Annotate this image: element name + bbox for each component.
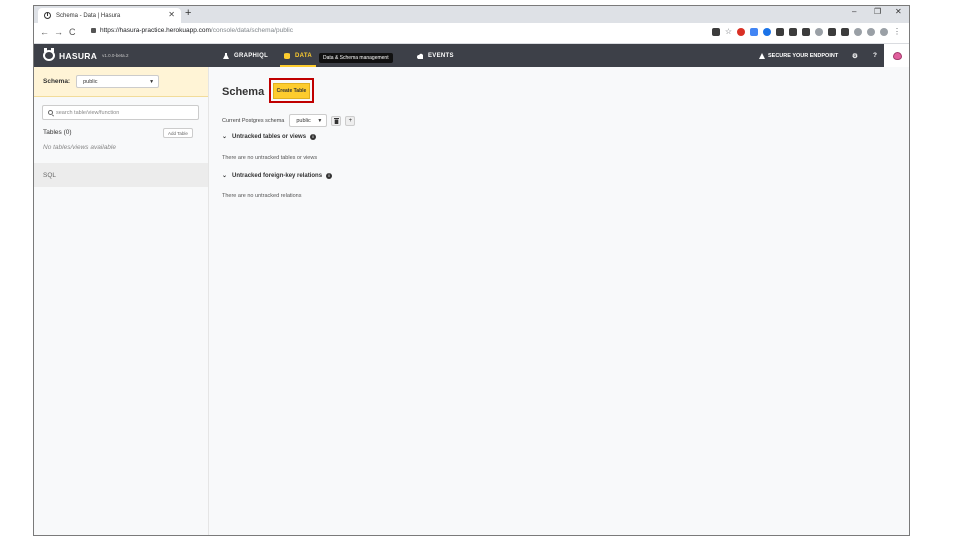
- highlight-box: Create Table: [269, 78, 314, 103]
- bookmark-star-icon[interactable]: ☆: [725, 28, 732, 36]
- window-close-button[interactable]: ✕: [895, 7, 902, 16]
- extension-icon[interactable]: [776, 28, 784, 36]
- forward-button[interactable]: →: [54, 27, 63, 37]
- restore-button[interactable]: ❐: [874, 7, 881, 16]
- schema-select-value: public: [83, 78, 98, 85]
- new-tab-button[interactable]: +: [185, 7, 191, 19]
- create-table-button[interactable]: Create Table: [273, 82, 310, 99]
- adblock-icon[interactable]: [737, 28, 745, 36]
- browser-tab[interactable]: Schema - Data | Hasura ✕: [38, 8, 181, 23]
- nav-tooltip: Data & Schema management: [319, 53, 393, 63]
- back-button[interactable]: ←: [40, 27, 49, 37]
- section-heading: Untracked foreign-key relations: [232, 172, 323, 179]
- browser-window: Schema - Data | Hasura ✕ + – ❐ ✕ ← → C h…: [33, 5, 910, 536]
- info-icon[interactable]: i: [310, 133, 317, 140]
- chevron-down-icon: ⌄: [222, 173, 228, 179]
- empty-tables-text: No tables/views available: [43, 144, 116, 151]
- caret-down-icon: ▼: [317, 117, 323, 124]
- current-schema-select[interactable]: public ▼: [289, 114, 328, 127]
- add-table-button[interactable]: Add Table: [163, 128, 193, 138]
- schema-label: Schema:: [43, 78, 71, 85]
- current-schema-value: public: [296, 117, 311, 124]
- flask-icon: [223, 52, 229, 59]
- warning-icon: [759, 52, 765, 59]
- tab-title: Schema - Data | Hasura: [56, 12, 121, 19]
- extension-toolbar: ☆ ⋮: [711, 28, 901, 36]
- delete-schema-button[interactable]: [331, 115, 342, 126]
- add-schema-button[interactable]: +: [345, 115, 356, 126]
- extension-icon[interactable]: [789, 28, 797, 36]
- table-search-input[interactable]: search table/view/function: [42, 105, 199, 120]
- sidebar: Schema: public ▼ search table/view/funct…: [34, 67, 209, 535]
- translate-icon[interactable]: [711, 28, 720, 36]
- extension-icon[interactable]: [867, 28, 875, 36]
- chrome-menu-icon[interactable]: ⋮: [893, 28, 901, 36]
- version-label: v1.0.0-beta.2: [102, 53, 129, 58]
- nav-data[interactable]: DATA: [280, 44, 316, 67]
- lock-icon: [91, 28, 96, 33]
- brand-name: HASURA: [59, 50, 98, 61]
- chevron-down-icon: ⌄: [222, 134, 228, 140]
- schema-select[interactable]: public ▼: [76, 75, 160, 88]
- schema-selector-bar: Schema: public ▼: [34, 67, 208, 97]
- cloud-icon: [417, 53, 423, 59]
- extension-icon[interactable]: [802, 28, 810, 36]
- nav-graphiql[interactable]: GRAPHIQL: [223, 44, 268, 67]
- secure-endpoint-label: SECURE YOUR ENDPOINT: [768, 52, 839, 59]
- minimize-button[interactable]: –: [852, 7, 856, 16]
- address-row: ← → C https://hasura-practice.herokuapp.…: [34, 23, 909, 44]
- section-body: There are no untracked relations: [222, 193, 302, 199]
- page-title: Schema: [222, 86, 265, 98]
- extension-icon[interactable]: [750, 28, 758, 36]
- search-icon: [48, 110, 53, 115]
- tab-strip: Schema - Data | Hasura ✕ + – ❐ ✕: [34, 6, 909, 23]
- untracked-relations-toggle[interactable]: ⌄ Untracked foreign-key relations i: [222, 172, 333, 179]
- nav-graphiql-label: GRAPHIQL: [234, 52, 269, 59]
- extension-icon[interactable]: [854, 28, 862, 36]
- extension-icon[interactable]: [815, 28, 823, 36]
- section-heading: Untracked tables or views: [232, 133, 307, 140]
- trash-icon: [333, 117, 339, 124]
- url-path: /console/data/schema/public: [210, 27, 293, 34]
- tab-close-icon[interactable]: ✕: [168, 10, 175, 19]
- brand[interactable]: HASURA v1.0.0-beta.2: [34, 44, 209, 67]
- search-placeholder: search table/view/function: [56, 109, 120, 116]
- current-schema-label: Current Postgres schema: [222, 117, 285, 124]
- extension-icon[interactable]: [841, 28, 849, 36]
- caret-down-icon: ▼: [149, 78, 155, 85]
- info-icon[interactable]: i: [326, 172, 333, 179]
- nav-events-label: EVENTS: [428, 52, 454, 59]
- database-icon: [284, 52, 290, 59]
- nav-events[interactable]: EVENTS: [417, 44, 454, 67]
- love-button[interactable]: [884, 44, 909, 67]
- url-host: https://hasura-practice.herokuapp.com: [100, 27, 211, 34]
- sidebar-item-sql[interactable]: SQL: [34, 163, 208, 187]
- tables-heading: Tables (0): [43, 129, 72, 136]
- reload-button[interactable]: C: [69, 27, 76, 37]
- extension-icon[interactable]: [828, 28, 836, 36]
- hasura-logo-icon: [43, 48, 55, 61]
- current-schema-row: Current Postgres schema public ▼ +: [222, 114, 356, 127]
- section-body: There are no untracked tables or views: [222, 155, 318, 161]
- secure-endpoint-button[interactable]: SECURE YOUR ENDPOINT: [759, 44, 838, 67]
- help-icon[interactable]: ?: [873, 44, 877, 67]
- settings-icon[interactable]: ⚙: [852, 44, 858, 67]
- profile-icon[interactable]: [880, 28, 888, 36]
- main-content: Schema Create Table Current Postgres sch…: [209, 67, 909, 535]
- heart-icon: [893, 51, 902, 60]
- favicon-icon: [44, 12, 51, 19]
- nav-data-label: DATA: [295, 52, 312, 59]
- untracked-tables-toggle[interactable]: ⌄ Untracked tables or views i: [222, 133, 317, 140]
- extension-icon[interactable]: [763, 28, 771, 36]
- url-bar[interactable]: https://hasura-practice.herokuapp.com/co…: [91, 27, 293, 34]
